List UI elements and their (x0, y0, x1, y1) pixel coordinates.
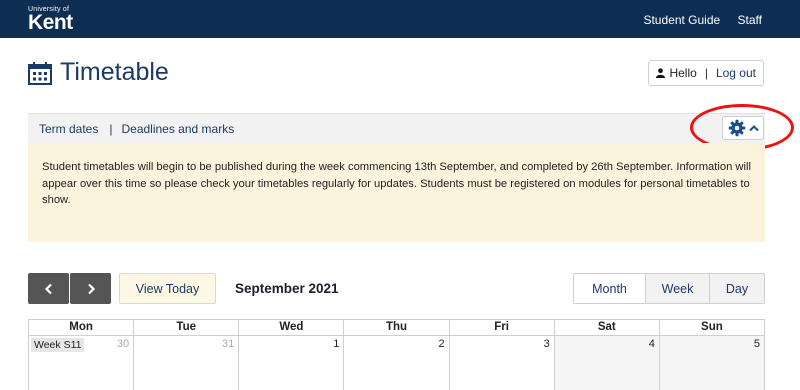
page-title: Timetable (60, 58, 169, 86)
user-greeting: Hello (669, 66, 697, 80)
day-cell[interactable]: 3 (448, 336, 554, 390)
next-month-button[interactable] (70, 273, 111, 304)
calendar-toolbar: View Today September 2021 Month Week Day (28, 273, 765, 305)
university-logo[interactable]: University of Kent (28, 6, 73, 33)
day-number: 4 (648, 338, 655, 350)
calendar-week-row: Week S11 30 31 1 2 3 4 5 (28, 335, 765, 390)
term-dates-link[interactable]: Term dates (39, 122, 98, 136)
month-calendar-grid: Mon Tue Wed Thu Fri Sat Sun Week S11 30 … (28, 319, 765, 390)
deadlines-link[interactable]: Deadlines and marks (121, 122, 234, 136)
view-switcher: Month Week Day (573, 273, 765, 304)
quick-links-bar: Term dates | Deadlines and marks (28, 113, 765, 143)
chevron-right-icon (87, 283, 95, 294)
previous-month-button[interactable] (28, 273, 69, 304)
staff-link[interactable]: Staff (738, 13, 762, 27)
notice-banner: Student timetables will begin to be publ… (28, 143, 765, 242)
chevron-left-icon (44, 283, 52, 294)
weekday-header: Sat (553, 320, 659, 335)
day-cell[interactable]: Week S11 30 (28, 336, 133, 390)
notice-text: Student timetables will begin to be publ… (42, 161, 751, 206)
logo-big-text: Kent (28, 11, 73, 34)
day-cell[interactable]: 1 (238, 336, 343, 390)
month-view-button[interactable]: Month (574, 274, 645, 303)
weekday-header: Sun (658, 320, 765, 335)
top-header-bar: University of Kent Student Guide Staff (0, 0, 800, 38)
calendar-icon (28, 61, 52, 85)
weekday-header: Wed (238, 320, 343, 335)
day-view-button[interactable]: Day (709, 274, 764, 303)
weekday-header: Tue (133, 320, 238, 335)
day-number: 5 (753, 338, 760, 350)
day-cell[interactable]: 5 (658, 336, 765, 390)
header-links: Student Guide Staff (629, 13, 762, 27)
week-label: Week S11 (31, 338, 85, 352)
user-box: Hello | Log out (648, 60, 764, 86)
user-separator: | (704, 66, 708, 80)
day-cell[interactable]: 4 (553, 336, 659, 390)
day-number: 3 (543, 338, 550, 350)
day-number: 2 (438, 338, 445, 350)
link-separator: | (109, 121, 113, 136)
person-icon (656, 68, 666, 78)
student-guide-link[interactable]: Student Guide (643, 13, 720, 27)
day-number: 30 (116, 338, 130, 350)
weekday-header: Mon (28, 320, 133, 335)
weekday-header-row: Mon Tue Wed Thu Fri Sat Sun (28, 319, 765, 335)
day-cell[interactable]: 31 (133, 336, 238, 390)
current-month-title: September 2021 (235, 281, 339, 296)
day-cell[interactable]: 2 (343, 336, 448, 390)
page-title-row: Timetable (28, 58, 169, 87)
logout-link[interactable]: Log out (716, 66, 756, 80)
day-number: 1 (333, 338, 340, 350)
view-today-button[interactable]: View Today (119, 273, 216, 304)
weekday-header: Thu (343, 320, 448, 335)
weekday-header: Fri (448, 320, 554, 335)
day-number: 31 (222, 338, 235, 350)
week-view-button[interactable]: Week (645, 274, 709, 303)
